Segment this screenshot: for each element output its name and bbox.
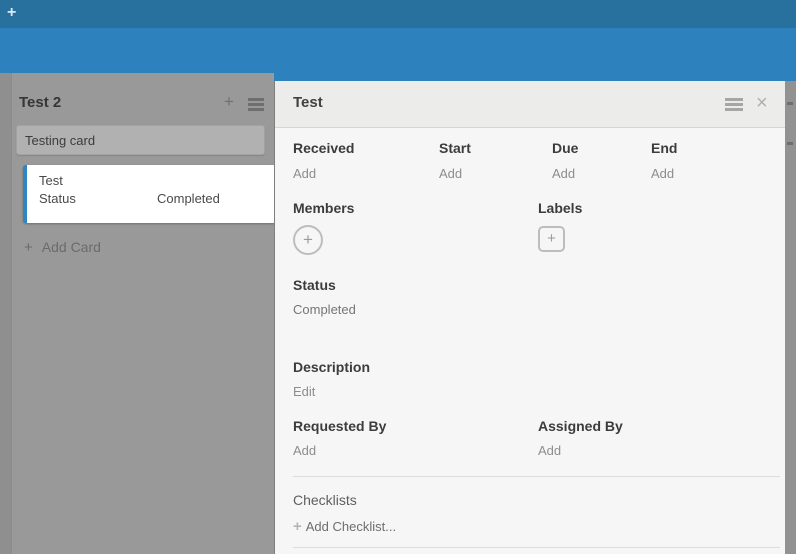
date-field-start: Start Add bbox=[439, 140, 471, 181]
hamburger-icon bbox=[725, 98, 743, 101]
divider bbox=[293, 547, 780, 548]
add-board-icon[interactable]: + bbox=[7, 4, 16, 22]
status-value[interactable]: Completed bbox=[293, 302, 356, 317]
description-edit-link[interactable]: Edit bbox=[293, 384, 315, 399]
divider bbox=[293, 476, 780, 477]
plus-icon: + bbox=[293, 518, 302, 535]
end-label: End bbox=[651, 140, 677, 156]
plus-icon: + bbox=[24, 239, 33, 256]
add-member-button[interactable]: + bbox=[293, 225, 323, 255]
start-add-link[interactable]: Add bbox=[439, 166, 471, 181]
card-detail-body: Received Add Start Add Due Add End Add M… bbox=[275, 128, 785, 554]
add-card-compose-input[interactable] bbox=[16, 125, 265, 155]
date-field-end: End Add bbox=[651, 140, 677, 181]
close-icon[interactable]: × bbox=[756, 89, 768, 117]
add-label-button[interactable]: + bbox=[538, 226, 565, 252]
hamburger-icon bbox=[248, 98, 264, 101]
top-navbar: + bbox=[0, 0, 796, 28]
card-field-value: Completed bbox=[157, 191, 220, 206]
checklists-label: Checklists bbox=[293, 492, 357, 508]
card-detail-panel: Test × Received Add Start Add Due Add En… bbox=[274, 81, 785, 554]
card-title: Test bbox=[39, 173, 63, 188]
date-field-due: Due Add bbox=[552, 140, 578, 181]
add-card-button[interactable]: + Add Card bbox=[24, 239, 101, 256]
card-test[interactable]: Test Status Completed bbox=[23, 165, 275, 223]
add-checklist-label: Add Checklist... bbox=[306, 519, 396, 534]
requested-by-add-link[interactable]: Add bbox=[293, 443, 316, 458]
date-field-received: Received Add bbox=[293, 140, 354, 181]
labels-label: Labels bbox=[538, 200, 582, 216]
assigned-by-label: Assigned By bbox=[538, 418, 623, 434]
list-title: Test 2 bbox=[19, 94, 61, 111]
due-label: Due bbox=[552, 140, 578, 156]
add-checklist-button[interactable]: + Add Checklist... bbox=[293, 518, 396, 535]
card-detail-menu-button[interactable] bbox=[725, 98, 743, 101]
members-label: Members bbox=[293, 200, 354, 216]
board-background-right bbox=[785, 81, 796, 554]
description-label: Description bbox=[293, 359, 370, 375]
start-label: Start bbox=[439, 140, 471, 156]
obscured-list-icon bbox=[787, 102, 793, 105]
list-column-test2: Test 2 + Test Status Completed + Add Card bbox=[11, 73, 274, 554]
status-label: Status bbox=[293, 277, 336, 293]
received-label: Received bbox=[293, 140, 354, 156]
list-add-card-icon[interactable]: + bbox=[224, 93, 234, 111]
assigned-by-add-link[interactable]: Add bbox=[538, 443, 561, 458]
card-detail-header: Test × bbox=[275, 81, 785, 128]
card-field-label: Status bbox=[39, 191, 76, 206]
obscured-list-icon bbox=[787, 142, 793, 145]
list-menu-icon[interactable] bbox=[248, 98, 264, 101]
due-add-link[interactable]: Add bbox=[552, 166, 578, 181]
end-add-link[interactable]: Add bbox=[651, 166, 677, 181]
add-card-label: Add Card bbox=[42, 239, 101, 255]
card-detail-title: Test bbox=[293, 94, 323, 111]
received-add-link[interactable]: Add bbox=[293, 166, 354, 181]
requested-by-label: Requested By bbox=[293, 418, 386, 434]
